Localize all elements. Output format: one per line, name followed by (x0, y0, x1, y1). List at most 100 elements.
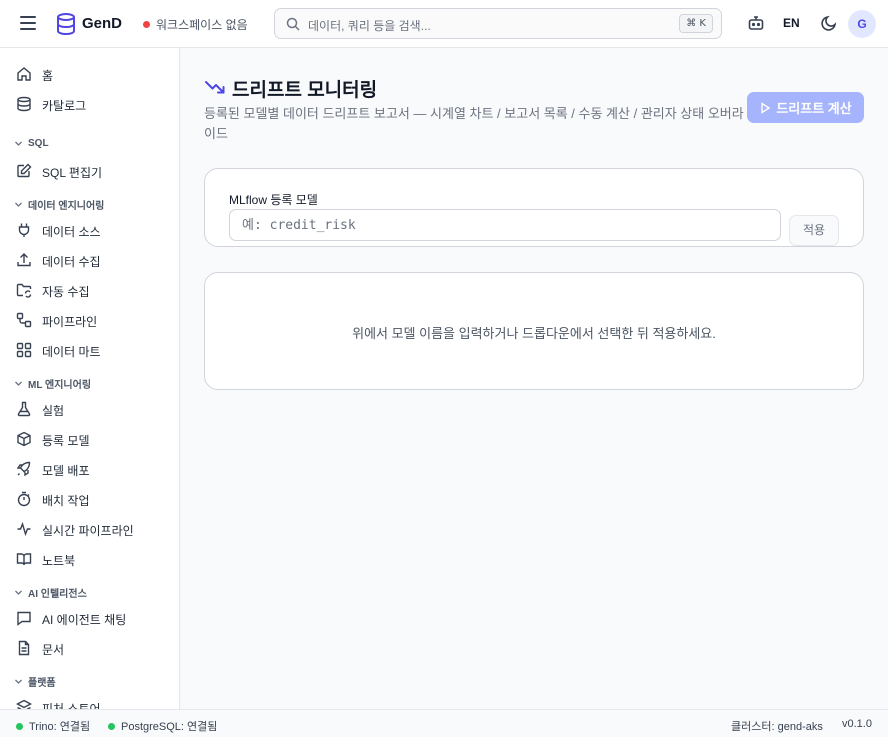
model-form-card: MLflow 등록 모델 적용 (204, 168, 864, 247)
folder-sync-icon (16, 283, 32, 298)
sidebar-item-label: 데이터 마트 (42, 345, 101, 359)
grid-icon (16, 342, 32, 358)
moon-icon[interactable] (820, 14, 838, 32)
model-name-input[interactable] (229, 209, 781, 241)
section-data-engineering[interactable]: 데이터 엔지니어링 (14, 197, 104, 212)
status-dot (16, 722, 23, 730)
trino-status: Trino: 연결됨 (16, 718, 90, 734)
workspace-status[interactable]: 워크스페이스 없음 (143, 16, 248, 33)
chevron-down-icon (15, 590, 22, 595)
sidebar-item-label: 홈 (42, 69, 54, 83)
chat-icon (17, 611, 31, 626)
play-icon (761, 101, 771, 114)
page-title: 드리프트 모니터링 (232, 80, 378, 101)
apply-button[interactable]: 적용 (789, 215, 839, 246)
menu-icon[interactable] (20, 16, 36, 30)
sidebar-item-label: 등록 모델 (42, 434, 90, 448)
cluster-info: 클러스터: gend-aks (731, 721, 823, 733)
language-toggle[interactable]: EN (783, 16, 800, 30)
sidebar-item-label: 모델 배포 (42, 464, 90, 478)
section-ai-intelligence[interactable]: AI 인텔리전스 (14, 585, 87, 600)
sidebar-item-home[interactable]: 홈 (8, 60, 172, 88)
sidebar-item-label: SQL 편집기 (42, 166, 103, 180)
section-title: SQL (28, 138, 49, 149)
sidebar-item-data-ingest[interactable]: 데이터 수집 (8, 246, 172, 274)
logo-database-icon (57, 13, 75, 35)
avatar[interactable]: G (848, 10, 876, 38)
section-ml-engineering[interactable]: ML 엔지니어링 (14, 376, 91, 391)
model-field-label: MLflow 등록 모델 (229, 193, 318, 207)
sidebar-item-feature-store[interactable]: 피처 스토어 (8, 693, 172, 709)
sidebar-item-sql-editor[interactable]: SQL 편집기 (8, 157, 172, 185)
sidebar-item-label: 노트북 (42, 554, 76, 568)
flask-icon (17, 401, 31, 417)
section-title: ML 엔지니어링 (28, 380, 92, 391)
sidebar-item-notebook[interactable]: 노트북 (8, 545, 172, 573)
trino-status-label: Trino: 연결됨 (29, 721, 91, 733)
postgres-status: PostgreSQL: 연결됨 (108, 718, 217, 734)
search-placeholder: 데이터, 쿼리 등을 검색... (308, 19, 431, 33)
sidebar-item-ai-agent-chat[interactable]: AI 에이전트 채팅 (8, 604, 172, 632)
sidebar-item-label: 배치 작업 (42, 494, 90, 508)
sidebar-item-model-deploy[interactable]: 모델 배포 (8, 455, 172, 483)
sidebar-item-label: AI 에이전트 채팅 (42, 613, 127, 627)
sidebar-item-label: 카탈로그 (42, 99, 87, 113)
upload-icon (17, 253, 31, 267)
sidebar-item-label: 문서 (42, 643, 65, 657)
chevron-down-icon (15, 141, 22, 146)
sidebar-item-data-mart[interactable]: 데이터 마트 (8, 336, 172, 364)
empty-state-card: 위에서 모델 이름을 입력하거나 드롭다운에서 선택한 뒤 적용하세요. (204, 272, 864, 390)
search-shortcut: ⌘ K (679, 14, 713, 33)
compute-drift-button[interactable]: 드리프트 계산 (747, 92, 864, 123)
section-title: AI 인텔리전스 (28, 589, 87, 600)
plug-icon (18, 223, 30, 237)
trending-down-icon (205, 81, 225, 94)
top-bar: GenD 워크스페이스 없음 데이터, 쿼리 등을 검색... ⌘ K EN G (0, 0, 888, 48)
status-bar: Trino: 연결됨 PostgreSQL: 연결됨 클러스터: gend-ak… (0, 709, 888, 737)
version-label: v0.1.0 (842, 718, 872, 730)
sidebar-item-experiments[interactable]: 실험 (8, 395, 172, 423)
home-icon (17, 67, 31, 81)
sidebar-item-pipeline[interactable]: 파이프라인 (8, 306, 172, 334)
sidebar-item-label: 실험 (42, 404, 65, 418)
section-title: 플랫폼 (28, 678, 56, 689)
chevron-down-icon (15, 202, 22, 207)
sidebar-item-label: 데이터 수집 (42, 255, 101, 269)
sidebar-item-label: 자동 수집 (42, 285, 90, 299)
timer-icon (17, 491, 31, 507)
book-icon (16, 553, 32, 566)
workspace-status-label: 워크스페이스 없음 (156, 18, 248, 32)
sidebar-item-realtime-pipeline[interactable]: 실시간 파이프라인 (8, 515, 172, 543)
edit-icon (17, 163, 32, 178)
layers-icon (16, 699, 32, 709)
activity-icon (17, 521, 31, 537)
section-platform[interactable]: 플랫폼 (14, 674, 56, 689)
page-subtitle: 등록된 모델별 데이터 드리프트 보고서 — 시계열 차트 / 보고서 목록 /… (204, 106, 744, 141)
section-sql[interactable]: SQL (14, 138, 49, 149)
sidebar-item-label: 파이프라인 (42, 315, 98, 329)
sidebar-item-registered-models[interactable]: 등록 모델 (8, 425, 172, 453)
chevron-down-icon (15, 381, 22, 386)
status-dot (143, 21, 150, 28)
sidebar: 홈 카탈로그 SQL SQL 편집기 데이터 엔지니어링 데이터 소스 데이터 … (0, 48, 180, 709)
workflow-icon (16, 312, 32, 328)
section-title: 데이터 엔지니어링 (28, 201, 105, 212)
postgres-status-label: PostgreSQL: 연결됨 (121, 721, 218, 733)
sidebar-item-label: 데이터 소스 (42, 225, 101, 239)
empty-state-message: 위에서 모델 이름을 입력하거나 드롭다운에서 선택한 뒤 적용하세요. (352, 326, 716, 341)
status-dot (108, 722, 115, 730)
sidebar-item-data-source[interactable]: 데이터 소스 (8, 216, 172, 244)
search-input[interactable]: 데이터, 쿼리 등을 검색... ⌘ K (274, 8, 722, 39)
rocket-icon (16, 461, 31, 477)
sidebar-item-auto-ingest[interactable]: 자동 수집 (8, 276, 172, 304)
main-content: 드리프트 모니터링 등록된 모델별 데이터 드리프트 보고서 — 시계열 차트 … (181, 48, 888, 709)
sidebar-item-batch-jobs[interactable]: 배치 작업 (8, 485, 172, 513)
sidebar-item-documents[interactable]: 문서 (8, 634, 172, 662)
bot-icon[interactable] (747, 14, 765, 32)
database-icon (17, 96, 31, 112)
brand-name: GenD (82, 15, 123, 32)
sidebar-item-catalog[interactable]: 카탈로그 (8, 90, 172, 118)
compute-drift-label: 드리프트 계산 (776, 101, 852, 116)
chevron-down-icon (15, 679, 22, 684)
sidebar-item-label: 실시간 파이프라인 (42, 524, 134, 538)
